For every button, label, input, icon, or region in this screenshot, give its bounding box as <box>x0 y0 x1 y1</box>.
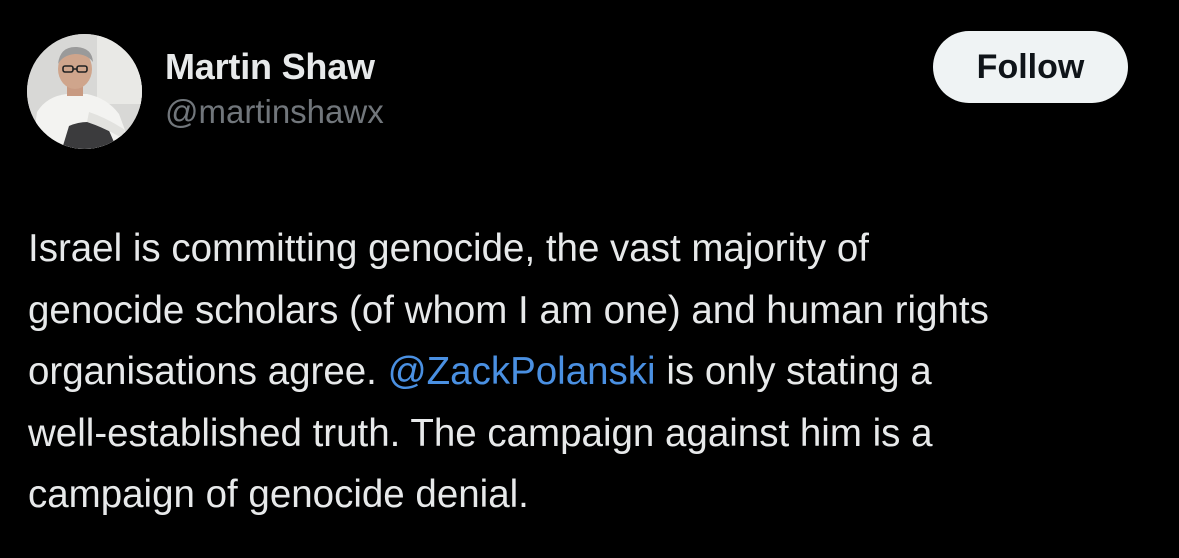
tweet-text-line: campaign of genocide denial. <box>28 473 529 516</box>
author-display-name[interactable]: Martin Shaw <box>165 46 384 88</box>
tweet-text-line: organisations agree. @ZackPolanski is on… <box>28 341 1158 403</box>
author-handle[interactable]: @martinshawx <box>165 92 384 132</box>
tweet-text-segment: is only stating a <box>655 350 932 393</box>
follow-button[interactable]: Follow <box>933 31 1128 103</box>
author-info: Martin Shaw @martinshawx <box>165 46 384 132</box>
tweet-text-line: genocide scholars (of whom I am one) and… <box>28 288 989 332</box>
avatar[interactable] <box>27 34 142 149</box>
tweet-text: Israel is committing genocide, the vast … <box>28 218 1158 526</box>
tweet-text-line: Israel is committing genocide, the vast … <box>28 227 869 270</box>
profile-photo-icon <box>27 34 142 149</box>
tweet-text-segment: organisations agree. <box>28 350 388 393</box>
tweet-card: Martin Shaw @martinshawx Follow Israel i… <box>0 0 1179 558</box>
tweet-text-line: well-established truth. The campaign aga… <box>28 411 933 455</box>
mention-link[interactable]: @ZackPolanski <box>388 350 656 393</box>
